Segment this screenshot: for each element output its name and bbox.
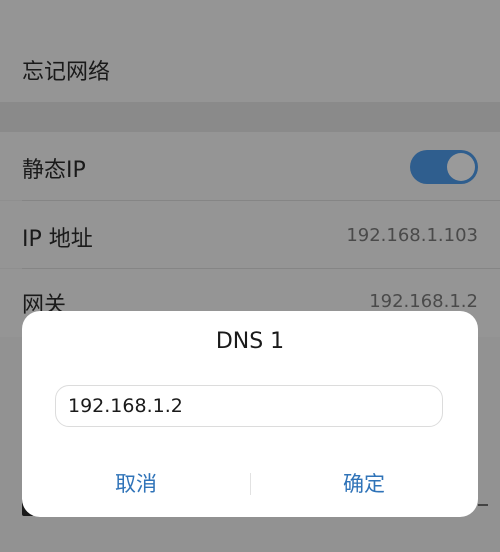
top-row	[0, 0, 500, 34]
forget-network-row[interactable]: 忘记网络	[0, 34, 500, 102]
static-ip-label: 静态IP	[22, 158, 86, 183]
dialog-title: DNS 1	[215, 329, 285, 354]
ip-address-row[interactable]: IP 地址 192.168.1.103	[0, 201, 500, 268]
cancel-button[interactable]: 取消	[22, 466, 250, 502]
gateway-value: 192.168.1.2	[369, 291, 478, 312]
dns-input[interactable]	[55, 385, 443, 427]
dns-dialog: DNS 1 取消 确定	[22, 311, 478, 517]
forget-network-label: 忘记网络	[22, 60, 111, 85]
confirm-button[interactable]: 确定	[250, 466, 478, 502]
toggle-knob	[447, 153, 475, 181]
hidden-row-peek-right	[478, 504, 488, 506]
section-gap	[0, 102, 500, 132]
static-ip-toggle[interactable]	[410, 150, 478, 184]
ip-address-value: 192.168.1.103	[346, 225, 478, 246]
ip-address-label: IP 地址	[22, 227, 93, 252]
